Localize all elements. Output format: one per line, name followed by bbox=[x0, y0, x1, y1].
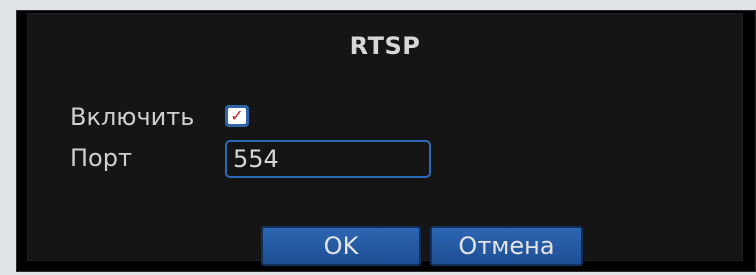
ok-button[interactable]: OK bbox=[261, 226, 421, 266]
enable-checkbox[interactable]: ✓ bbox=[225, 105, 249, 127]
page: RTSP Включить ✓ Порт OK Отмена bbox=[0, 0, 756, 275]
cancel-button-label: Отмена bbox=[458, 232, 555, 260]
rtsp-dialog: RTSP Включить ✓ Порт OK Отмена bbox=[16, 10, 756, 272]
ok-button-label: OK bbox=[323, 232, 359, 260]
dialog-body: RTSP Включить ✓ Порт OK Отмена bbox=[27, 13, 743, 266]
checkmark-icon: ✓ bbox=[228, 108, 246, 124]
enable-label: Включить bbox=[70, 103, 195, 131]
port-label: Порт bbox=[70, 144, 132, 172]
dialog-title: RTSP bbox=[349, 32, 421, 60]
cancel-button[interactable]: Отмена bbox=[430, 226, 583, 266]
port-input[interactable] bbox=[225, 140, 431, 178]
